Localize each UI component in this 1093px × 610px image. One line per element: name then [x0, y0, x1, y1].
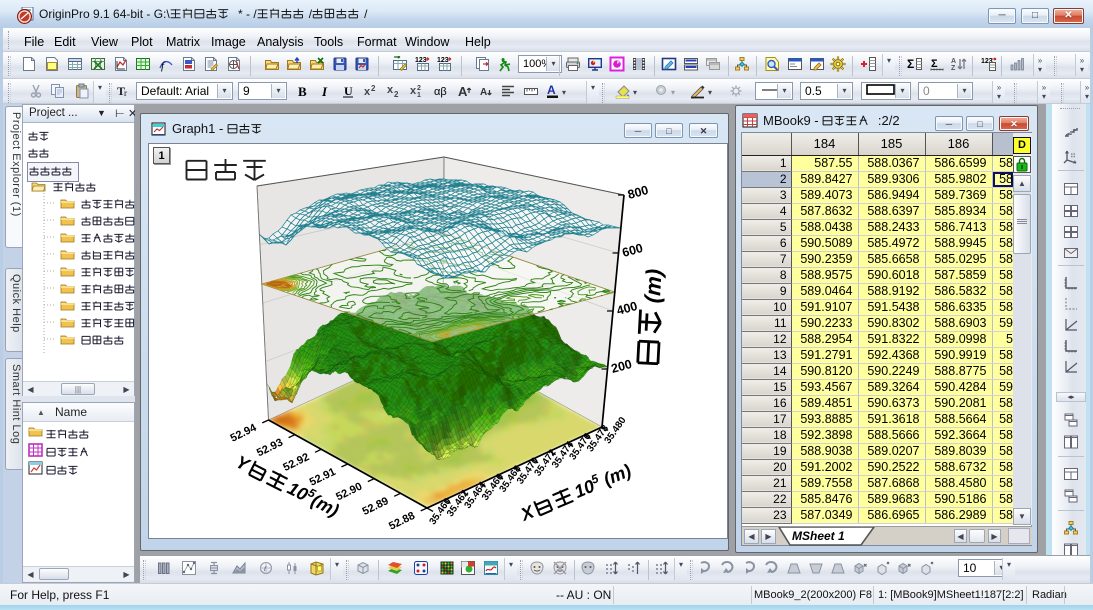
- svg-text:Σ: Σ: [907, 57, 914, 71]
- svg-text:A: A: [951, 58, 956, 65]
- svg-text:2: 2: [371, 84, 376, 93]
- svg-text:U: U: [344, 84, 353, 98]
- svg-text:Z: Z: [951, 65, 956, 72]
- svg-text:123: 123: [415, 57, 427, 64]
- svg-text:r: r: [124, 88, 127, 98]
- svg-text:x: x: [364, 86, 371, 98]
- svg-text:2: 2: [394, 90, 399, 99]
- svg-text:123: 123: [437, 57, 449, 64]
- svg-text:Σ: Σ: [931, 58, 938, 70]
- svg-text:(m): (m): [640, 268, 667, 303]
- svg-text:A: A: [458, 84, 468, 99]
- svg-text:I: I: [321, 84, 328, 99]
- svg-text:αβ: αβ: [434, 86, 447, 98]
- svg-text:r: r: [264, 564, 267, 573]
- svg-text:1: 1: [417, 92, 421, 99]
- svg-text:x: x: [387, 84, 394, 96]
- svg-text:2: 2: [417, 85, 421, 92]
- svg-text:x: x: [410, 85, 417, 97]
- svg-text:A: A: [480, 87, 487, 98]
- svg-text:B: B: [298, 84, 307, 99]
- svg-text:A: A: [547, 83, 556, 97]
